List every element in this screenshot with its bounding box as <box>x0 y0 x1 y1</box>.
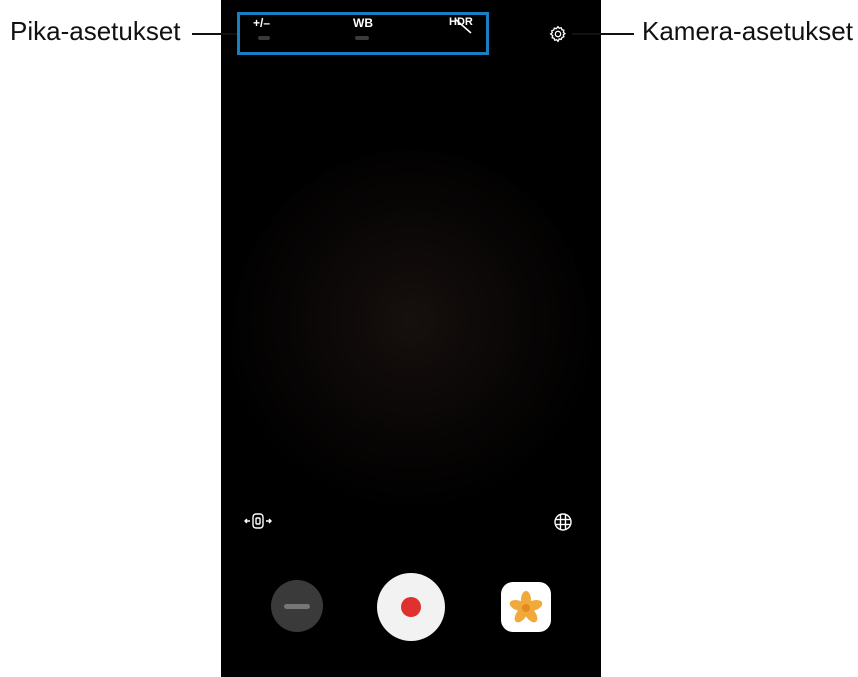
white-balance-button[interactable]: WB <box>353 16 373 30</box>
stabilization-icon[interactable] <box>243 512 273 530</box>
hdr-off-icon <box>454 18 472 34</box>
exposure-value-indicator <box>258 36 270 40</box>
globe-grid-icon[interactable] <box>552 512 574 532</box>
gallery-flower-icon <box>509 591 543 623</box>
white-balance-value-indicator <box>355 36 369 40</box>
record-icon <box>401 597 421 617</box>
gallery-button[interactable] <box>501 582 551 632</box>
exposure-label: +/– <box>253 16 271 30</box>
record-button[interactable] <box>377 573 445 641</box>
camera-settings-annotation: Kamera-asetukset <box>642 16 853 46</box>
white-balance-label: WB <box>353 16 373 30</box>
gear-icon[interactable] <box>548 24 568 44</box>
quick-settings-annotation: Pika-asetukset <box>10 16 181 46</box>
viewfinder-preview <box>231 150 591 530</box>
mode-label-placeholder <box>284 604 310 609</box>
camera-settings-leader-line <box>572 33 634 35</box>
quick-settings-leader-line <box>192 33 237 35</box>
exposure-button[interactable]: +/– <box>253 16 270 30</box>
mode-button[interactable] <box>271 580 323 632</box>
